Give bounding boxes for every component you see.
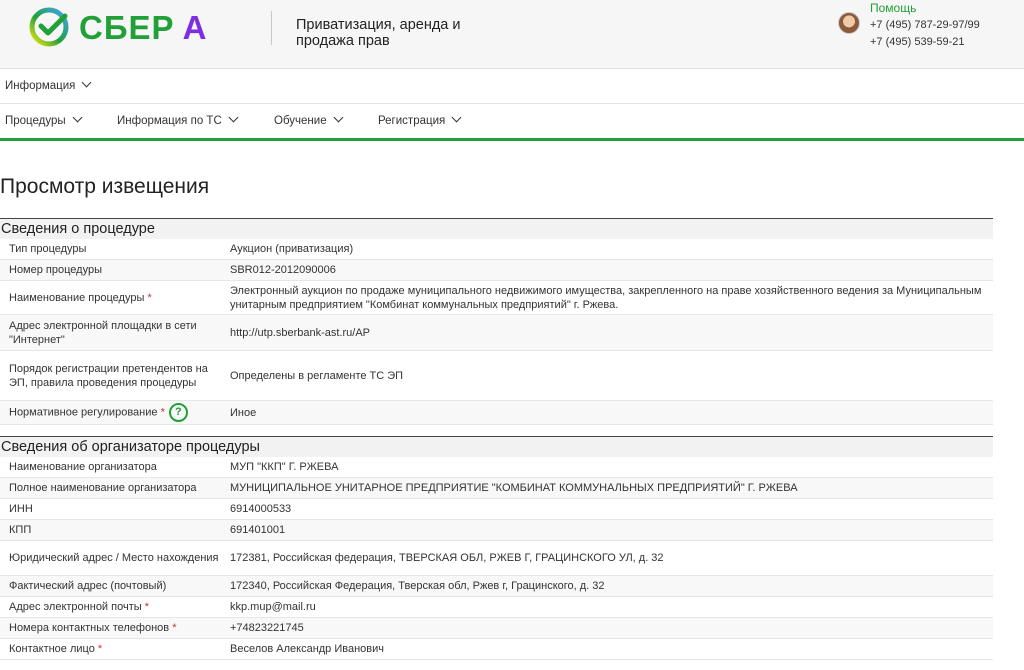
- field-value: Определены в регламенте ТС ЭП: [230, 369, 404, 382]
- nav-procedures-label: Процедуры: [5, 115, 66, 127]
- page-title: Просмотр извещения: [0, 175, 210, 198]
- field-label: Адрес электронной почты: [9, 601, 142, 613]
- required-mark: *: [147, 291, 152, 304]
- field-link[interactable]: http://utp.sberbank-ast.ru/AP: [222, 326, 993, 340]
- table-row: Наименование процедуры * Электронный аук…: [0, 281, 993, 315]
- nav-info-label: Информация: [5, 80, 76, 92]
- phone-1: +7 (495) 787-29-97/99: [870, 19, 980, 31]
- field-value: 172340, Российская Федерация, Тверская о…: [230, 580, 605, 592]
- required-mark: *: [160, 406, 165, 419]
- site-header: СБЕР А Приватизация, аренда и продажа пра…: [0, 0, 1024, 69]
- field-label: Наименование процедуры: [9, 291, 145, 304]
- field-value: Веселов Александр Иванович: [230, 643, 385, 655]
- header-divider: [271, 11, 272, 45]
- nav-training-label: Обучение: [274, 115, 327, 127]
- phone-2: +7 (495) 539-59-21: [870, 36, 965, 48]
- main-nav: Процедуры Информация по ТС Обучение Реги…: [0, 104, 1024, 141]
- help-question-icon[interactable]: ?: [168, 403, 188, 422]
- field-label-cell: Номера контактных телефонов *: [0, 621, 222, 635]
- field-value: +74823221745: [230, 622, 304, 634]
- required-mark: *: [144, 601, 149, 613]
- table-row: Номер процедуры SBR012-2012090006: [0, 260, 993, 281]
- organizer-section: Сведения об организаторе процедуры Наиме…: [0, 436, 993, 660]
- nav-registration-menu[interactable]: Регистрация: [378, 112, 462, 127]
- section-heading: Сведения об организаторе процедуры: [0, 436, 993, 457]
- field-value: 6914000533: [230, 503, 292, 515]
- table-row: ИНН 6914000533: [0, 499, 993, 520]
- required-mark: *: [97, 643, 103, 655]
- nav-procedures-menu[interactable]: Процедуры: [5, 112, 83, 127]
- table-row: КПП 691401001: [0, 520, 993, 541]
- field-label: Порядок регистрации претендентов на ЭП, …: [9, 362, 208, 389]
- field-label: Тип процедуры: [9, 243, 87, 255]
- field-value: Иное: [230, 406, 257, 419]
- table-row: Наименование организатора МУП "ККП" Г. Р…: [0, 457, 993, 478]
- chevron-down-icon: [72, 112, 83, 123]
- table-row: Адрес электронной площадки в сети "Интер…: [0, 315, 993, 351]
- sber-logo-icon: [29, 7, 69, 47]
- brand-name: СБЕР: [79, 9, 175, 46]
- table-row: Юридический адрес / Место нахождения 172…: [0, 541, 993, 576]
- site-tagline: Приватизация, аренда и продажа прав: [296, 17, 461, 49]
- field-value: kkp.mup@mail.ru: [230, 601, 316, 613]
- field-label: ИНН: [9, 503, 33, 515]
- field-value: МУП "ККП" Г. РЖЕВА: [230, 461, 339, 473]
- field-label: Наименование организатора: [9, 461, 157, 473]
- field-label: Номера контактных телефонов: [9, 622, 170, 634]
- field-label-cell: Нормативное регулирование *?: [0, 403, 222, 422]
- section-heading: Сведения о процедуре: [0, 218, 993, 239]
- chevron-down-icon: [81, 77, 92, 88]
- nav-registration-label: Регистрация: [378, 115, 446, 127]
- field-label: Фактический адрес (почтовый): [9, 580, 167, 592]
- field-label: КПП: [9, 524, 32, 536]
- table-row: Нормативное регулирование *? Иное: [0, 401, 993, 425]
- table-row: Полное наименование организатора МУНИЦИП…: [0, 478, 993, 499]
- field-label: Полное наименование организатора: [9, 482, 197, 494]
- field-label: Номер процедуры: [9, 264, 102, 276]
- chevron-down-icon: [228, 112, 239, 123]
- field-label: Юридический адрес / Место нахождения: [9, 552, 219, 564]
- procedure-section: Сведения о процедуре Тип процедуры Аукци…: [0, 218, 993, 425]
- nav-training-menu[interactable]: Обучение: [274, 112, 344, 127]
- field-value: Электронный аукцион по продаже муниципал…: [230, 284, 982, 311]
- top-nav: Информация: [0, 69, 1024, 104]
- brand-accent: А: [182, 9, 208, 46]
- table-row: Номера контактных телефонов * +748232217…: [0, 618, 993, 639]
- field-label-cell: Наименование процедуры *: [0, 291, 222, 305]
- field-value: Аукцион (приватизация): [230, 243, 354, 255]
- chevron-down-icon: [451, 112, 462, 123]
- required-mark: *: [172, 622, 177, 634]
- field-value: 172381, Российская федерация, ТВЕРСКАЯ О…: [230, 552, 664, 564]
- procedure-table: Тип процедуры Аукцион (приватизация) Ном…: [0, 239, 993, 425]
- field-label-cell: Контактное лицо *: [0, 642, 222, 656]
- table-row: Порядок регистрации претендентов на ЭП, …: [0, 351, 993, 401]
- table-row: Фактический адрес (почтовый) 172340, Рос…: [0, 576, 993, 597]
- table-row: Адрес электронной почты * kkp.mup@mail.r…: [0, 597, 993, 618]
- nav-ts-info-menu[interactable]: Информация по ТС: [117, 112, 239, 127]
- field-value: SBR012-2012090006: [230, 264, 336, 276]
- organizer-table: Наименование организатора МУП "ККП" Г. Р…: [0, 457, 993, 660]
- field-value: МУНИЦИПАЛЬНОЕ УНИТАРНОЕ ПРЕДПРИЯТИЕ "КОМ…: [230, 482, 798, 494]
- support-avatar: [838, 12, 860, 34]
- field-value: 691401001: [230, 524, 286, 536]
- field-label: Нормативное регулирование: [9, 406, 158, 419]
- nav-ts-info-label: Информация по ТС: [117, 115, 222, 127]
- nav-info-menu[interactable]: Информация: [5, 77, 92, 92]
- field-label-cell: Адрес электронной почты *: [0, 600, 222, 614]
- chevron-down-icon: [333, 112, 344, 123]
- field-label: Адрес электронной площадки в сети "Интер…: [9, 319, 197, 346]
- help-link[interactable]: Помощь: [870, 1, 916, 15]
- table-row: Контактное лицо * Веселов Александр Иван…: [0, 639, 993, 660]
- field-label: Контактное лицо: [9, 643, 95, 655]
- sber-logo[interactable]: СБЕР А: [28, 6, 218, 47]
- table-row: Тип процедуры Аукцион (приватизация): [0, 239, 993, 260]
